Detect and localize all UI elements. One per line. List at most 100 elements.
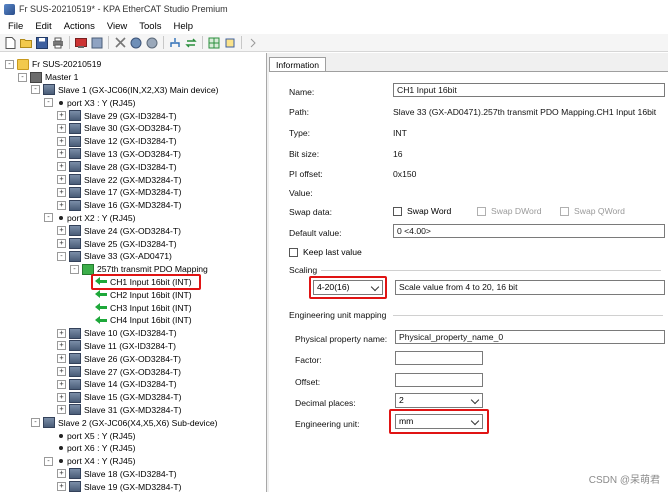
tree-node[interactable]: - Slave 1 (GX-JC06(IN,X2,X3) Main device) xyxy=(31,84,218,97)
expand-icon[interactable]: + xyxy=(57,354,66,364)
tree-node-label: Slave 1 (GX-JC06(IN,X2,X3) Main device) xyxy=(58,84,219,95)
collapse-icon[interactable]: - xyxy=(70,264,79,274)
expand-icon[interactable]: + xyxy=(57,379,66,389)
refresh-icon[interactable] xyxy=(184,36,198,50)
tree-node[interactable]: CH2 Input 16bit (INT) xyxy=(83,288,192,301)
delete-icon[interactable] xyxy=(113,36,127,50)
factor-field[interactable] xyxy=(395,351,483,365)
collapse-icon[interactable]: - xyxy=(44,213,53,223)
input-arrow-icon xyxy=(95,303,107,312)
physical-property-field[interactable]: Physical_property_name_0 xyxy=(395,330,665,344)
tree-node[interactable]: port X5 : Y (RJ45) xyxy=(44,429,135,442)
tree-node[interactable]: + Slave 22 (GX-MD3284-T) xyxy=(57,173,181,186)
expand-icon[interactable]: + xyxy=(57,392,66,402)
info-body: Name: CH1 Input 16bit Path: Slave 33 (GX… xyxy=(269,71,668,493)
expand-icon[interactable]: + xyxy=(57,111,66,121)
tree-node[interactable]: - Fr SUS-20210519 xyxy=(5,58,101,71)
menu-actions[interactable]: Actions xyxy=(58,21,101,32)
menu-view[interactable]: View xyxy=(101,21,133,32)
tree-node[interactable]: + Slave 26 (GX-OD3284-T) xyxy=(57,352,181,365)
tree-node[interactable]: + Slave 13 (GX-OD3284-T) xyxy=(57,148,181,161)
tree-node[interactable]: + Slave 31 (GX-MD3284-T) xyxy=(57,404,181,417)
disconnect-icon[interactable] xyxy=(145,36,159,50)
tree-node[interactable]: - Slave 2 (GX-JC06(X4,X5,X6) Sub-device) xyxy=(31,416,218,429)
expand-icon[interactable]: + xyxy=(57,341,66,351)
menu-edit[interactable]: Edit xyxy=(29,21,57,32)
device-icon[interactable] xyxy=(90,36,104,50)
tree-node[interactable]: + Slave 28 (GX-ID3284-T) xyxy=(57,160,177,173)
tree-node[interactable]: + Slave 10 (GX-ID3284-T) xyxy=(57,327,177,340)
offset-field[interactable] xyxy=(395,373,483,387)
slave-device-icon xyxy=(69,481,81,492)
tree-node[interactable]: - port X2 : Y (RJ45) xyxy=(44,212,135,225)
tree-node[interactable]: + Slave 15 (GX-MD3284-T) xyxy=(57,391,181,404)
save-icon[interactable] xyxy=(35,36,49,50)
expand-icon[interactable]: + xyxy=(57,149,66,159)
expand-icon[interactable]: + xyxy=(57,187,66,197)
expand-icon[interactable]: + xyxy=(57,367,66,377)
name-field[interactable]: CH1 Input 16bit xyxy=(393,83,665,97)
chevron-right-icon[interactable] xyxy=(246,36,260,50)
menu-help[interactable]: Help xyxy=(167,21,199,32)
keep-last-checkbox[interactable] xyxy=(289,248,298,257)
new-file-icon[interactable] xyxy=(3,36,17,50)
tree-node[interactable]: + Slave 14 (GX-ID3284-T) xyxy=(57,378,177,391)
tree-node[interactable]: + Slave 24 (GX-OD3284-T) xyxy=(57,224,181,237)
menu-tools[interactable]: Tools xyxy=(133,21,167,32)
tree-node[interactable]: - port X4 : Y (RJ45) xyxy=(44,455,135,468)
tree-node-label: port X2 : Y (RJ45) xyxy=(67,212,136,223)
decimal-places-select[interactable]: 2 xyxy=(395,393,483,408)
expand-icon[interactable]: + xyxy=(57,405,66,415)
tree-node[interactable]: CH3 Input 16bit (INT) xyxy=(83,301,192,314)
expand-icon[interactable]: + xyxy=(57,162,66,172)
tree-node-label: Slave 18 (GX-ID3284-T) xyxy=(84,468,177,479)
tree-node[interactable]: + Slave 30 (GX-OD3284-T) xyxy=(57,122,181,135)
collapse-icon[interactable]: - xyxy=(31,85,40,95)
tree-node[interactable]: + Slave 12 (GX-ID3284-T) xyxy=(57,135,177,148)
expand-icon[interactable]: + xyxy=(57,226,66,236)
connect-icon[interactable] xyxy=(129,36,143,50)
expand-icon[interactable]: + xyxy=(57,200,66,210)
topology-icon[interactable] xyxy=(168,36,182,50)
expand-icon[interactable]: + xyxy=(57,123,66,133)
expand-icon[interactable]: + xyxy=(57,469,66,479)
expand-icon[interactable]: + xyxy=(57,239,66,249)
swap-qword-checkbox[interactable] xyxy=(560,207,569,216)
default-value-field[interactable]: 0 <4.00> xyxy=(393,224,665,238)
tree-node[interactable]: + Slave 17 (GX-MD3284-T) xyxy=(57,186,181,199)
tree-node[interactable]: + Slave 27 (GX-OD3284-T) xyxy=(57,365,181,378)
slave-device-icon xyxy=(69,353,81,365)
tab-information[interactable]: Information xyxy=(269,57,326,72)
mapping-icon[interactable] xyxy=(223,36,237,50)
tree-node[interactable]: - port X3 : Y (RJ45) xyxy=(44,96,135,109)
expand-icon[interactable]: + xyxy=(57,136,66,146)
tree-node[interactable]: + Slave 18 (GX-ID3284-T) xyxy=(57,468,177,481)
swap-dword-checkbox[interactable] xyxy=(477,207,486,216)
expand-icon[interactable]: + xyxy=(57,328,66,338)
scan-network-icon[interactable] xyxy=(74,36,88,50)
tree-node[interactable]: - Master 1 xyxy=(18,71,78,84)
tree-node[interactable]: + Slave 11 (GX-ID3284-T) xyxy=(57,340,176,353)
swap-word-checkbox[interactable] xyxy=(393,207,402,216)
tree-node[interactable]: CH4 Input 16bit (INT) xyxy=(83,314,192,327)
print-icon[interactable] xyxy=(51,36,65,50)
tree-node[interactable]: + Slave 19 (GX-MD3284-T) xyxy=(57,480,181,492)
collapse-icon[interactable]: - xyxy=(31,418,40,428)
tree-node[interactable]: port X6 : Y (RJ45) xyxy=(44,442,135,455)
menu-file[interactable]: File xyxy=(0,21,29,32)
expand-icon[interactable]: + xyxy=(57,175,66,185)
tree-node[interactable]: + Slave 25 (GX-ID3284-T) xyxy=(57,237,177,250)
collapse-icon[interactable]: - xyxy=(57,251,66,261)
collapse-icon[interactable]: - xyxy=(44,456,53,466)
tree-node[interactable]: + Slave 29 (GX-ID3284-T) xyxy=(57,109,177,122)
grid-icon[interactable] xyxy=(207,36,221,50)
collapse-icon[interactable]: - xyxy=(44,98,53,108)
tree-node[interactable]: + Slave 16 (GX-MD3284-T) xyxy=(57,199,181,212)
open-folder-icon[interactable] xyxy=(19,36,33,50)
expand-icon[interactable]: + xyxy=(57,482,66,492)
bitsize-label: Bit size: xyxy=(289,149,320,159)
collapse-icon[interactable]: - xyxy=(5,59,14,69)
tree-node-label: Slave 31 (GX-MD3284-T) xyxy=(84,404,182,415)
collapse-icon[interactable]: - xyxy=(18,72,27,82)
tree-node[interactable]: - Slave 33 (GX-AD0471) xyxy=(57,250,172,263)
